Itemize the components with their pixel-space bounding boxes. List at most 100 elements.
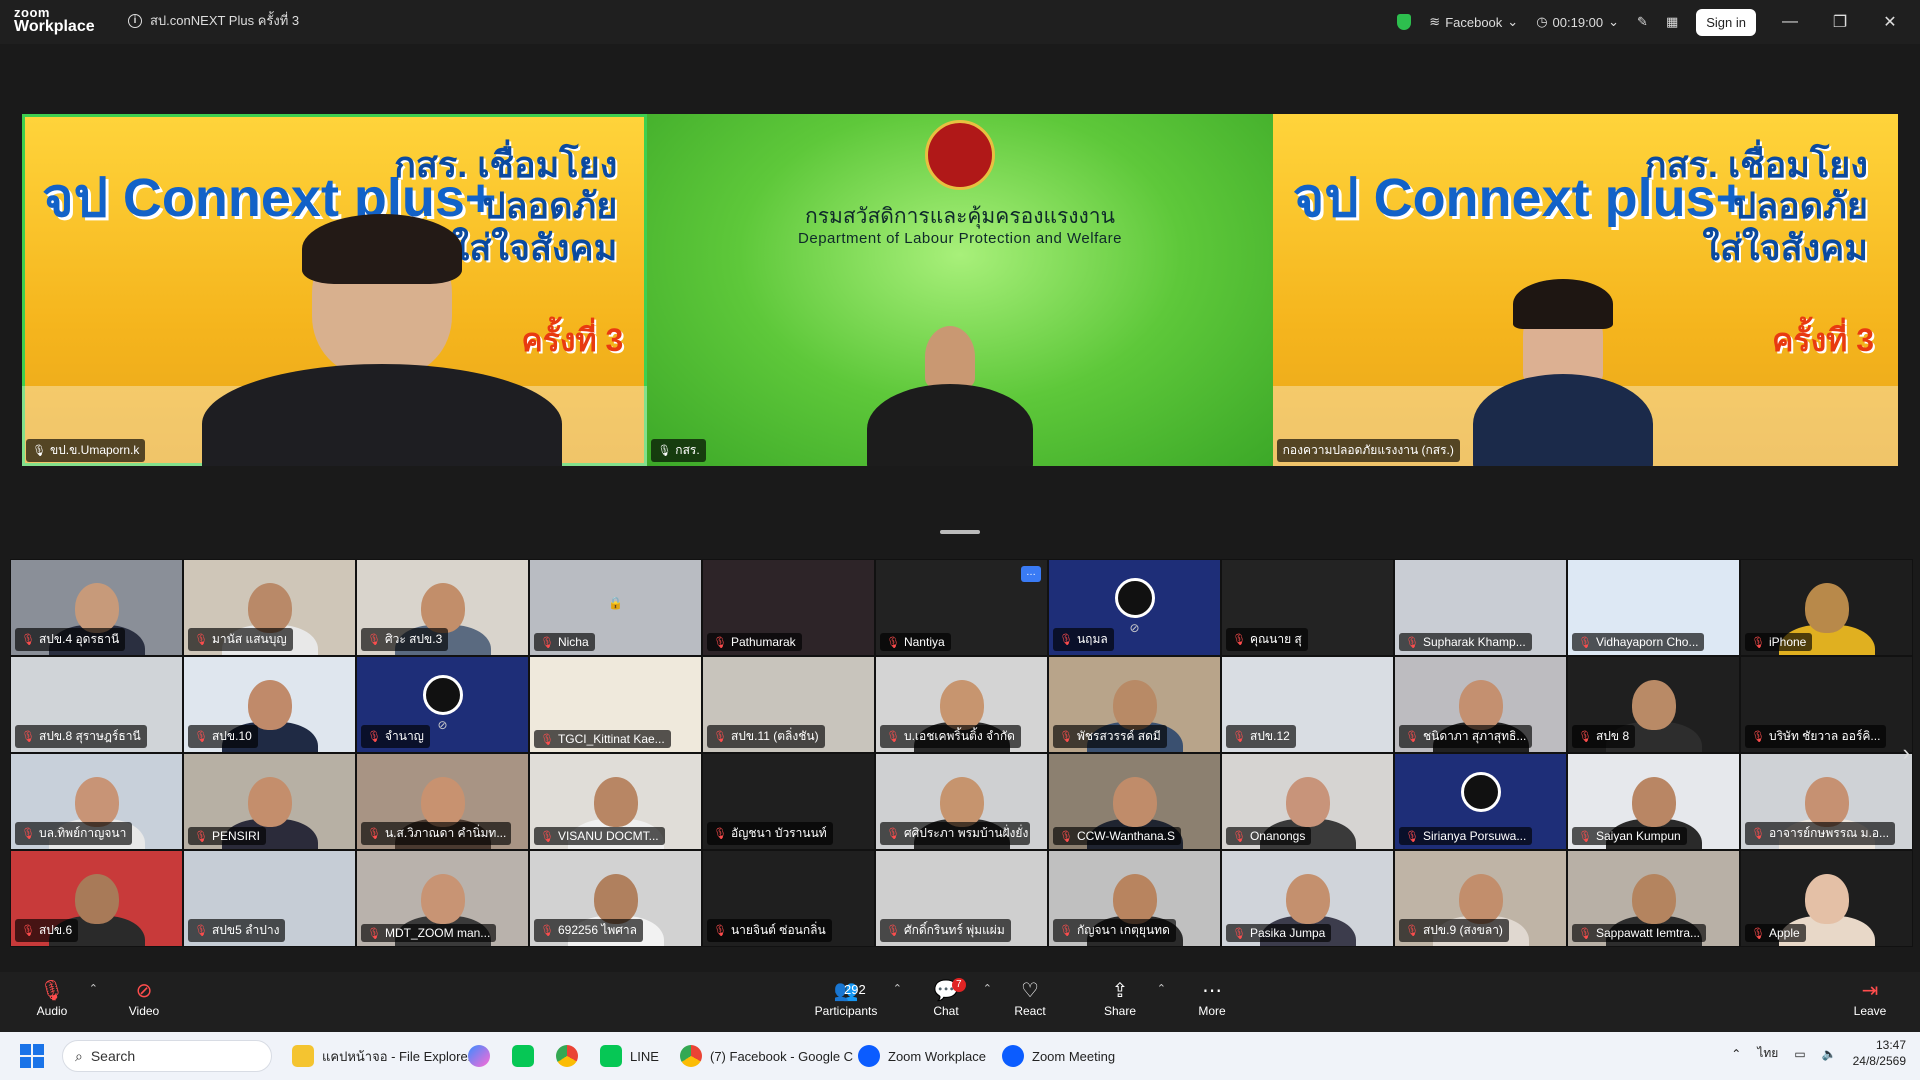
zoom-icon — [858, 1045, 880, 1067]
taskbar-chrome-pinned[interactable] — [556, 1040, 578, 1072]
share-button[interactable]: ⇪ Share ⌃ — [1080, 978, 1166, 1018]
restore-icon[interactable]: ❐ — [1824, 12, 1856, 32]
participant-tile[interactable]: 🎙 Sirianya Porsuwa... — [1394, 753, 1567, 850]
participant-head — [247, 582, 292, 633]
spotlight-video-1[interactable]: จป Connext plus+ กสร. เชื่อมโยง ปลอดภัย … — [22, 114, 648, 466]
taskbar-line[interactable]: LINE — [600, 1040, 659, 1072]
participant-tile[interactable]: 🎙 ศักดิ์กรินทร์ พุ่มแผ่ม — [875, 850, 1048, 947]
participant-tile[interactable]: 🔒 🎙 Nicha — [529, 559, 702, 656]
react-button[interactable]: ♡ React — [990, 978, 1070, 1018]
minimize-icon[interactable]: — — [1774, 13, 1806, 31]
leave-button[interactable]: ⇥ Leave — [1830, 978, 1910, 1018]
participant-tile[interactable]: 🎙 สปข.4 อุดรธานี — [10, 559, 183, 656]
meeting-info[interactable]: i สป.conNEXT Plus ครั้งที่ 3 — [128, 10, 299, 31]
participant-tile[interactable]: 🎙 CCW-Wanthana.S — [1048, 753, 1221, 850]
participant-name: บ.เอชเคพริ้นติ้ง จำกัด — [903, 729, 1015, 743]
meeting-timer[interactable]: ◷ 00:19:00 ⌄ — [1536, 14, 1619, 30]
video-button[interactable]: ⊘ Video — [104, 978, 184, 1018]
participant-tile[interactable]: 🎙 692256 ไพศาล — [529, 850, 702, 947]
network-icon[interactable]: ▭ — [1794, 1047, 1805, 1061]
windows-start-icon[interactable] — [20, 1044, 44, 1068]
participant-tile[interactable]: 🎙 คุณนาย สุ — [1221, 559, 1394, 656]
share-icon: ⇪ — [1111, 980, 1129, 1002]
participant-name-tag: 🎙 สปข.12 — [1226, 725, 1296, 748]
folder-icon — [292, 1045, 314, 1067]
taskbar-clock[interactable]: 13:47 24/8/2569 — [1853, 1038, 1906, 1069]
live-stream-indicator[interactable]: ≋ Facebook ⌄ — [1429, 14, 1518, 30]
taskbar-zoom-workplace[interactable]: Zoom Workplace — [858, 1040, 986, 1072]
chevron-up-icon[interactable]: ⌃ — [1731, 1047, 1741, 1061]
taskbar-file-explorer[interactable]: แคปหน้าจอ - File Explorer — [292, 1040, 472, 1072]
taskbar-search[interactable]: ⌕ Search — [62, 1040, 272, 1072]
participant-tile[interactable]: 🎙 นายจินต์ ซ่อนกลิ่น — [702, 850, 875, 947]
taskbar-zoom-meeting[interactable]: Zoom Meeting — [1002, 1040, 1115, 1072]
participant-name: 692256 ไพศาล — [557, 923, 637, 937]
participant-tile[interactable]: 🎙 กัญจนา เกตุยุนทด — [1048, 850, 1221, 947]
spotlight-video-2[interactable]: กรมสวัสดิการและคุ้มครองแรงงาน Department… — [647, 114, 1273, 466]
participant-tile[interactable]: 🎙 ศศิประภา พรมบ้านฝั่งยั่ง — [875, 753, 1048, 850]
participant-tile[interactable]: 🎙 Onanongs — [1221, 753, 1394, 850]
taskbar-copilot[interactable] — [468, 1040, 490, 1072]
participant-tile[interactable]: 🎙 TGCI_Kittinat Kae... — [529, 656, 702, 753]
participant-tile[interactable]: 🎙 PENSIRI — [183, 753, 356, 850]
participant-tile[interactable]: 🎙 สปข.8 สุราษฎร์ธานี — [10, 656, 183, 753]
participants-button[interactable]: 👥 292 Participants ⌃ — [796, 978, 902, 1018]
participant-name: จำนาญ — [384, 729, 424, 743]
info-icon[interactable]: i — [128, 13, 142, 28]
participant-tile[interactable]: 🎙 Sappawatt Iemtra... — [1567, 850, 1740, 947]
resize-handle[interactable] — [940, 530, 980, 534]
participant-tile[interactable]: 🎙 Apple — [1740, 850, 1913, 947]
participant-tile[interactable]: 🎙 มานัส แสนบุญ — [183, 559, 356, 656]
chevron-up-icon[interactable]: ⌃ — [1157, 982, 1166, 995]
sign-in-button[interactable]: Sign in — [1696, 8, 1756, 36]
participant-tile[interactable]: ⊘ 🎙 จำนาญ — [356, 656, 529, 753]
participant-tile[interactable]: 🎙 บริษัท ชัยวาล ออร์คิ... — [1740, 656, 1913, 753]
participant-tile[interactable]: 🎙 สปข.6 — [10, 850, 183, 947]
chevron-right-icon[interactable]: › — [1903, 740, 1910, 766]
participant-name: PENSIRI — [211, 829, 260, 843]
microphone-muted-icon: 🎙 — [194, 634, 208, 646]
participant-tile[interactable]: 🎙 Pathumarak — [702, 559, 875, 656]
more-options-icon[interactable]: … — [1021, 566, 1041, 582]
microphone-muted-icon: 🎙 — [1059, 634, 1073, 646]
participant-tile[interactable]: 🎙 ชนิดาภา สุภาสุทธิ... — [1394, 656, 1567, 753]
more-button[interactable]: ⋯ More — [1172, 978, 1252, 1018]
participant-tile[interactable]: ⊘ 🎙 นฤมล — [1048, 559, 1221, 656]
grid-view-icon[interactable]: ▦ — [1666, 14, 1678, 30]
participant-tile[interactable]: 🎙 บ.เอชเคพริ้นติ้ง จำกัด — [875, 656, 1048, 753]
participant-tile[interactable]: 🎙 Vidhayaporn Cho... — [1567, 559, 1740, 656]
chat-button[interactable]: 💬 7 Chat ⌃ — [906, 978, 992, 1018]
participant-tile[interactable]: 🎙 สปข.12 — [1221, 656, 1394, 753]
encryption-shield-icon[interactable] — [1397, 14, 1412, 30]
taskbar-facebook-chrome[interactable]: (7) Facebook - Google C — [680, 1040, 853, 1072]
close-icon[interactable]: ✕ — [1874, 12, 1906, 32]
participant-tile[interactable]: 🎙 MDT_ZOOM man... — [356, 850, 529, 947]
input-language[interactable]: ไทย — [1757, 1044, 1778, 1063]
participant-tile[interactable]: 🎙 ศิวะ สปข.3 — [356, 559, 529, 656]
participant-tile[interactable]: 🎙 บล.ทิพย์กาญจนา — [10, 753, 183, 850]
audio-button[interactable]: 🎙 Audio ⌃ — [12, 978, 98, 1018]
participant-tile[interactable]: 🎙 สปข.11 (ตลิ่งชัน) — [702, 656, 875, 753]
participant-tile[interactable]: 🎙 น.ส.วิภาณดา คำนิ่มท... — [356, 753, 529, 850]
participant-tile[interactable]: 🎙 สปข.9 (สงขลา) — [1394, 850, 1567, 947]
volume-icon[interactable]: 🔈 — [1822, 1047, 1837, 1061]
taskbar-line-pinned[interactable] — [512, 1040, 534, 1072]
participant-tile[interactable]: … 🎙 Nantiya — [875, 559, 1048, 656]
participant-name-tag: 🎙 มานัส แสนบุญ — [188, 628, 293, 651]
participant-tile[interactable]: 🎙 พัชรสวรรค์ สดมี — [1048, 656, 1221, 753]
participant-tile[interactable]: 🎙 อาจารย์กษพรรณ ม.อ... — [1740, 753, 1913, 850]
participant-tile[interactable]: 🎙 สปข 8 — [1567, 656, 1740, 753]
spotlight-video-3[interactable]: จป Connext plus+ กสร. เชื่อมโยง ปลอดภัย … — [1272, 114, 1898, 466]
participant-name: Pathumarak — [730, 635, 796, 649]
participant-tile[interactable]: 🎙 iPhone — [1740, 559, 1913, 656]
participant-tile[interactable]: 🎙 VISANU DOCMT... — [529, 753, 702, 850]
chevron-up-icon[interactable]: ⌃ — [89, 982, 98, 995]
participant-tile[interactable]: 🎙 Pasika Jumpa — [1221, 850, 1394, 947]
participant-tile[interactable]: 🎙 Saiyan Kumpun — [1567, 753, 1740, 850]
chevron-up-icon[interactable]: ⌃ — [893, 982, 902, 995]
participant-tile[interactable]: 🎙 สปข.10 — [183, 656, 356, 753]
participant-tile[interactable]: 🎙 อัญชนา บัวรานนท์ — [702, 753, 875, 850]
participant-tile[interactable]: 🎙 Supharak Khamp... — [1394, 559, 1567, 656]
participant-tile[interactable]: 🎙 สปข5 ลำปาง — [183, 850, 356, 947]
pen-icon[interactable]: ✎ — [1637, 14, 1648, 30]
